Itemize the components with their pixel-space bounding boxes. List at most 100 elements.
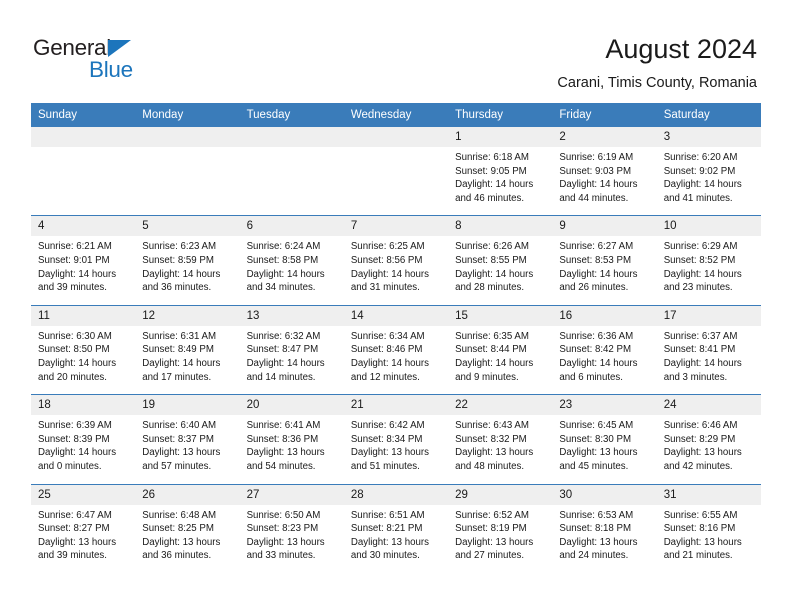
- daylight-text: Daylight: 14 hours: [38, 447, 117, 459]
- daylight-text-cont: and 57 minutes.: [142, 460, 212, 472]
- daylight-text-cont: and 45 minutes.: [559, 460, 629, 472]
- daylight-text: Daylight: 14 hours: [663, 268, 742, 280]
- calendar-day-cell[interactable]: 24 Sunrise: 6:46 AM Sunset: 8:29 PM Dayligh…: [656, 394, 761, 484]
- calendar-day-cell[interactable]: 10 Sunrise: 6:29 AM Sunset: 8:52 PM Dayligh…: [656, 215, 761, 306]
- sunrise-text: Sunrise: 6:55 AM: [663, 509, 738, 521]
- calendar-day-cell[interactable]: 23 Sunrise: 6:45 AM Sunset: 8:30 PM Dayligh…: [552, 394, 657, 484]
- sunrise-text: Sunrise: 6:41 AM: [246, 420, 321, 432]
- sunrise-text: Sunrise: 6:46 AM: [663, 420, 738, 432]
- daylight-text: Daylight: 14 hours: [350, 268, 429, 280]
- day-details: Sunrise: 6:51 AM Sunset: 8:21 PM Daylight:…: [344, 505, 448, 573]
- day-details: Sunrise: 6:23 AM Sunset: 8:59 PM Daylight:…: [135, 236, 239, 304]
- calendar-day-cell[interactable]: 20 Sunrise: 6:41 AM Sunset: 8:36 PM Dayligh…: [239, 394, 344, 484]
- calendar-day-cell[interactable]: 19 Sunrise: 6:40 AM Sunset: 8:37 PM Dayligh…: [135, 394, 240, 484]
- daylight-text-cont: and 9 minutes.: [455, 371, 519, 383]
- daylight-text: Daylight: 13 hours: [350, 536, 429, 548]
- calendar-day-cell[interactable]: 15 Sunrise: 6:35 AM Sunset: 8:44 PM Dayligh…: [448, 304, 553, 395]
- calendar-day-cell[interactable]: 22 Sunrise: 6:43 AM Sunset: 8:32 PM Dayligh…: [448, 394, 553, 484]
- calendar-day-cell[interactable]: 27 Sunrise: 6:50 AM Sunset: 8:23 PM Dayligh…: [239, 483, 344, 573]
- calendar-table: Sunday Monday Tuesday Wednesday Thursday…: [31, 103, 761, 573]
- calendar-cell-empty: [239, 127, 344, 216]
- calendar-day-cell[interactable]: 16 Sunrise: 6:36 AM Sunset: 8:42 PM Dayligh…: [552, 304, 657, 395]
- sunset-text: Sunset: 8:47 PM: [246, 344, 319, 356]
- sunrise-text: Sunrise: 6:35 AM: [455, 330, 529, 342]
- calendar-day-cell[interactable]: 13 Sunrise: 6:32 AM Sunset: 8:47 PM Dayligh…: [239, 304, 344, 395]
- sunset-text: Sunset: 8:16 PM: [663, 523, 736, 535]
- daylight-text-cont: and 27 minutes.: [455, 550, 525, 562]
- day-number: 13: [239, 305, 344, 326]
- day-number: [135, 127, 240, 147]
- sunrise-text: Sunrise: 6:51 AM: [350, 509, 425, 521]
- daylight-text: Daylight: 14 hours: [455, 179, 534, 191]
- calendar-day-cell[interactable]: 3 Sunrise: 6:20 AM Sunset: 9:02 PM Daylight…: [656, 127, 761, 216]
- sunset-text: Sunset: 8:37 PM: [142, 433, 214, 445]
- daylight-text-cont: and 3 minutes.: [663, 371, 728, 383]
- calendar-cell-empty: [343, 127, 449, 216]
- calendar-day-cell[interactable]: 6 Sunrise: 6:24 AM Sunset: 8:58 PM Daylight…: [239, 215, 344, 306]
- calendar-day-cell[interactable]: 29 Sunrise: 6:52 AM Sunset: 8:19 PM Dayligh…: [448, 483, 553, 573]
- calendar-day-cell[interactable]: 4 Sunrise: 6:21 AM Sunset: 9:01 PM Daylight…: [31, 215, 136, 306]
- calendar-day-cell[interactable]: 12 Sunrise: 6:31 AM Sunset: 8:49 PM Dayligh…: [135, 304, 240, 395]
- day-details: Sunrise: 6:43 AM Sunset: 8:32 PM Daylight:…: [448, 415, 552, 483]
- calendar-day-cell[interactable]: 5 Sunrise: 6:23 AM Sunset: 8:59 PM Daylight…: [135, 215, 240, 306]
- weekday-header-sunday: Sunday: [31, 103, 136, 127]
- brand-logo[interactable]: General Blue: [33, 36, 233, 86]
- calendar-day-cell[interactable]: 31 Sunrise: 6:55 AM Sunset: 8:16 PM Dayligh…: [656, 483, 761, 573]
- calendar-day-cell[interactable]: 2 Sunrise: 6:19 AM Sunset: 9:03 PM Daylight…: [552, 127, 657, 216]
- day-number: 20: [239, 395, 344, 416]
- calendar-day-cell[interactable]: 18 Sunrise: 6:39 AM Sunset: 8:39 PM Dayligh…: [31, 394, 136, 484]
- day-number: 8: [448, 216, 553, 237]
- daylight-text: Daylight: 13 hours: [455, 536, 534, 548]
- sunset-text: Sunset: 8:41 PM: [663, 344, 736, 356]
- sunrise-text: Sunrise: 6:43 AM: [455, 420, 529, 432]
- day-details: Sunrise: 6:21 AM Sunset: 9:01 PM Daylight:…: [31, 236, 135, 304]
- daylight-text-cont: and 54 minutes.: [246, 460, 316, 472]
- daylight-text-cont: and 46 minutes.: [455, 192, 525, 204]
- day-number: 9: [552, 216, 657, 237]
- daylight-text: Daylight: 14 hours: [38, 268, 117, 280]
- calendar-day-cell[interactable]: 9 Sunrise: 6:27 AM Sunset: 8:53 PM Daylight…: [552, 215, 657, 306]
- daylight-text-cont: and 36 minutes.: [142, 282, 212, 294]
- daylight-text: Daylight: 14 hours: [142, 357, 221, 369]
- calendar-day-cell[interactable]: 30 Sunrise: 6:53 AM Sunset: 8:18 PM Dayligh…: [552, 483, 657, 573]
- calendar-day-cell[interactable]: 28 Sunrise: 6:51 AM Sunset: 8:21 PM Dayligh…: [343, 483, 449, 573]
- calendar-day-cell[interactable]: 8 Sunrise: 6:26 AM Sunset: 8:55 PM Daylight…: [448, 215, 553, 306]
- day-details: [135, 147, 239, 205]
- calendar-day-cell[interactable]: 26 Sunrise: 6:48 AM Sunset: 8:25 PM Dayligh…: [135, 483, 240, 573]
- sunset-text: Sunset: 8:42 PM: [559, 344, 632, 356]
- calendar-day-cell[interactable]: 14 Sunrise: 6:34 AM Sunset: 8:46 PM Dayligh…: [343, 304, 449, 395]
- day-details: [31, 147, 135, 205]
- calendar-day-cell[interactable]: 21 Sunrise: 6:42 AM Sunset: 8:34 PM Dayligh…: [343, 394, 449, 484]
- sunrise-text: Sunrise: 6:29 AM: [663, 241, 738, 253]
- sunrise-text: Sunrise: 6:20 AM: [663, 152, 738, 163]
- day-number: 7: [343, 216, 449, 237]
- daylight-text: Daylight: 14 hours: [350, 357, 429, 369]
- daylight-text: Daylight: 13 hours: [246, 536, 325, 548]
- weekday-header-tuesday: Tuesday: [239, 103, 344, 127]
- day-details: Sunrise: 6:37 AM Sunset: 8:41 PM Daylight:…: [657, 326, 761, 394]
- sunrise-text: Sunrise: 6:42 AM: [350, 420, 425, 432]
- calendar-day-cell[interactable]: 7 Sunrise: 6:25 AM Sunset: 8:56 PM Daylight…: [343, 215, 449, 306]
- daylight-text: Daylight: 14 hours: [455, 268, 534, 280]
- sunrise-text: Sunrise: 6:39 AM: [38, 420, 112, 432]
- sunset-text: Sunset: 8:55 PM: [455, 254, 527, 266]
- day-number: 6: [239, 216, 344, 237]
- calendar-day-cell[interactable]: 25 Sunrise: 6:47 AM Sunset: 8:27 PM Dayligh…: [31, 483, 136, 573]
- sunrise-text: Sunrise: 6:40 AM: [142, 420, 217, 432]
- calendar-day-cell[interactable]: 17 Sunrise: 6:37 AM Sunset: 8:41 PM Dayligh…: [656, 304, 761, 395]
- day-number: 4: [31, 216, 136, 237]
- day-details: Sunrise: 6:47 AM Sunset: 8:27 PM Daylight:…: [31, 505, 135, 573]
- day-number: 19: [135, 395, 240, 416]
- sunrise-text: Sunrise: 6:23 AM: [142, 241, 217, 253]
- calendar-week-row: 4 Sunrise: 6:21 AM Sunset: 9:01 PM Daylight…: [31, 215, 761, 306]
- day-details: Sunrise: 6:20 AM Sunset: 9:02 PM Daylight:…: [657, 147, 761, 215]
- day-details: Sunrise: 6:45 AM Sunset: 8:30 PM Daylight:…: [552, 415, 656, 483]
- calendar-day-cell[interactable]: 1 Sunrise: 6:18 AM Sunset: 9:05 PM Daylight…: [448, 127, 553, 216]
- page-subtitle: Carani, Timis County, Romania: [557, 75, 757, 91]
- day-number: 29: [448, 484, 553, 505]
- daylight-text: Daylight: 13 hours: [142, 447, 221, 459]
- sunrise-text: Sunrise: 6:50 AM: [246, 509, 321, 521]
- day-number: 28: [343, 484, 449, 505]
- daylight-text: Daylight: 14 hours: [246, 268, 325, 280]
- calendar-day-cell[interactable]: 11 Sunrise: 6:30 AM Sunset: 8:50 PM Dayligh…: [31, 304, 136, 395]
